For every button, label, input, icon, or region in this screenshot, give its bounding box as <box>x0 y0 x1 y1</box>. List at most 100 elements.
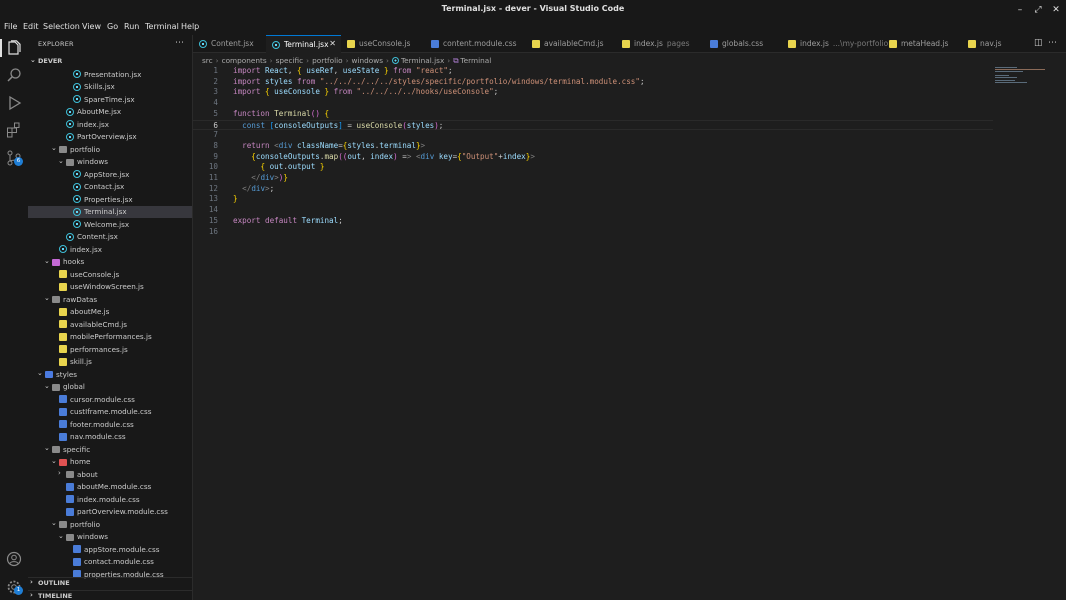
code-line[interactable]: 12 </div>; <box>193 184 993 195</box>
explorer-icon[interactable] <box>6 40 22 56</box>
tree-folder[interactable]: ⌄ windows <box>28 156 192 169</box>
tree-file[interactable]: contact.module.css <box>28 556 192 569</box>
tree-folder[interactable]: ⌄ styles <box>28 368 192 381</box>
tree-file[interactable]: PartOverview.jsx <box>28 131 192 144</box>
tree-file[interactable]: index.jsx <box>28 118 192 131</box>
editor-tab[interactable]: useConsole.js <box>341 35 425 53</box>
tree-file[interactable]: index.module.css <box>28 493 192 506</box>
menu-run[interactable]: Run <box>124 22 139 31</box>
tree-file[interactable]: mobilePerformances.js <box>28 331 192 344</box>
tree-file[interactable]: availableCmd.js <box>28 318 192 331</box>
tree-file[interactable]: Properties.jsx <box>28 193 192 206</box>
breadcrumb-item[interactable]: windows <box>352 56 384 65</box>
editor-tab[interactable]: Terminal.jsx ✕ <box>266 35 341 53</box>
editor-tab[interactable]: index.js pages <box>616 35 704 53</box>
breadcrumb-item[interactable]: specific <box>276 56 304 65</box>
editor-scrollbar[interactable] <box>1058 66 1066 600</box>
editor-tab[interactable]: nav.js <box>962 35 1032 53</box>
account-icon[interactable] <box>6 551 22 567</box>
extensions-icon[interactable] <box>6 122 22 138</box>
code-line[interactable]: 2 import styles from "../../../../../styl… <box>193 77 993 88</box>
menu-go[interactable]: Go <box>107 22 118 31</box>
workspace-root[interactable]: ⌄ DEVER <box>28 56 192 67</box>
close-tab-icon[interactable]: ✕ <box>329 39 336 48</box>
maximize-icon[interactable]: ⤢ <box>1031 3 1045 17</box>
menu-terminal[interactable]: Terminal <box>145 22 179 31</box>
editor-tab[interactable]: Content.jsx <box>193 35 266 53</box>
breadcrumb-item[interactable]: src <box>202 56 213 65</box>
breadcrumb-item[interactable]: Terminal.jsx <box>401 56 444 65</box>
code-line[interactable]: 11 </div>)} <box>193 173 993 184</box>
run-debug-icon[interactable] <box>6 95 22 111</box>
tree-file[interactable]: Content.jsx <box>28 231 192 244</box>
code-line[interactable]: 10 { out.output } <box>193 162 993 173</box>
tree-file[interactable]: nav.module.css <box>28 431 192 444</box>
tree-file[interactable]: custIframe.module.css <box>28 406 192 419</box>
code-line[interactable]: 14 <box>193 205 993 216</box>
tree-file[interactable]: footer.module.css <box>28 418 192 431</box>
menu-file[interactable]: File <box>4 22 17 31</box>
tree-file[interactable]: cursor.module.css <box>28 393 192 406</box>
tree-file[interactable]: AboutMe.jsx <box>28 106 192 119</box>
breadcrumb-item[interactable]: portfolio <box>312 56 343 65</box>
tree-folder[interactable]: › about <box>28 468 192 481</box>
tree-file[interactable]: SpareTime.jsx <box>28 93 192 106</box>
tree-file[interactable]: partOverview.module.css <box>28 506 192 519</box>
timeline-section[interactable]: › TIMELINE <box>28 590 192 600</box>
code-line[interactable]: 5 function Terminal() { <box>193 109 993 120</box>
code-line[interactable]: 15 export default Terminal; <box>193 216 993 227</box>
tree-file[interactable]: appStore.module.css <box>28 543 192 556</box>
tree-file[interactable]: aboutMe.js <box>28 306 192 319</box>
editor-tab[interactable]: index.js ...\my-portfolio <box>782 35 888 53</box>
tree-folder[interactable]: ⌄ home <box>28 456 192 469</box>
code-line[interactable]: 9 {consoleOutputs.map((out, index) => <d… <box>193 152 993 163</box>
tree-file[interactable]: useConsole.js <box>28 268 192 281</box>
editor-tab[interactable]: metaHead.js <box>883 35 962 53</box>
code-line[interactable]: 6 const [consoleOutputs] = useConsole(st… <box>193 119 993 131</box>
tree-file[interactable]: Skills.jsx <box>28 81 192 94</box>
minimize-icon[interactable]: – <box>1013 3 1027 17</box>
tree-folder[interactable]: ⌄ specific <box>28 443 192 456</box>
menu-view[interactable]: View <box>82 22 101 31</box>
code-line[interactable]: 13} <box>193 194 993 205</box>
close-icon[interactable]: ✕ <box>1049 3 1063 17</box>
tree-folder[interactable]: ⌄ global <box>28 381 192 394</box>
code-editor[interactable]: 1 import React, { useRef, useState } from… <box>193 66 993 600</box>
breadcrumb-item[interactable]: components <box>222 56 267 65</box>
more-actions-icon[interactable]: ⋯ <box>175 38 184 48</box>
tree-folder[interactable]: ⌄ rawDatas <box>28 293 192 306</box>
tree-file[interactable]: useWindowScreen.js <box>28 281 192 294</box>
outline-section[interactable]: › OUTLINE <box>28 577 192 588</box>
tree-folder[interactable]: ⌄ portfolio <box>28 143 192 156</box>
tree-folder[interactable]: ⌄ windows <box>28 531 192 544</box>
tree-file[interactable]: aboutMe.module.css <box>28 481 192 494</box>
split-editor-icon[interactable]: ◫ <box>1034 38 1043 48</box>
tree-file[interactable]: Presentation.jsx <box>28 68 192 81</box>
code-line[interactable]: 16 <box>193 227 993 238</box>
editor-tab[interactable]: content.module.css <box>425 35 526 53</box>
tree-file[interactable]: skill.js <box>28 356 192 369</box>
tab-label: index.js <box>800 39 829 48</box>
tree-file[interactable]: Welcome.jsx <box>28 218 192 231</box>
editor-tab[interactable]: availableCmd.js <box>526 35 616 53</box>
menu-edit[interactable]: Edit <box>23 22 39 31</box>
tree-file[interactable]: performances.js <box>28 343 192 356</box>
tree-folder[interactable]: ⌄ hooks <box>28 256 192 269</box>
tree-file[interactable]: Contact.jsx <box>28 181 192 194</box>
more-actions-icon[interactable]: ⋯ <box>1048 38 1057 48</box>
code-line[interactable]: 1 import React, { useRef, useState } from… <box>193 66 993 77</box>
menu-help[interactable]: Help <box>181 22 199 31</box>
tree-file[interactable]: Terminal.jsx <box>28 205 192 218</box>
tree-folder[interactable]: ⌄ portfolio <box>28 518 192 531</box>
code-line[interactable]: 7 <box>193 130 993 141</box>
code-line[interactable]: 4 <box>193 98 993 109</box>
code-line[interactable]: 3 import { useConsole } from "../../../..… <box>193 87 993 98</box>
editor-tab[interactable]: globals.css <box>704 35 782 53</box>
search-icon[interactable] <box>6 67 22 83</box>
tree-file[interactable]: index.jsx <box>28 243 192 256</box>
tree-file[interactable]: AppStore.jsx <box>28 168 192 181</box>
menu-selection[interactable]: Selection <box>43 22 80 31</box>
breadcrumb-item[interactable]: Terminal <box>460 56 491 65</box>
minimap[interactable] <box>993 66 1053 86</box>
code-line[interactable]: 8 return <div className={styles.terminal… <box>193 141 993 152</box>
